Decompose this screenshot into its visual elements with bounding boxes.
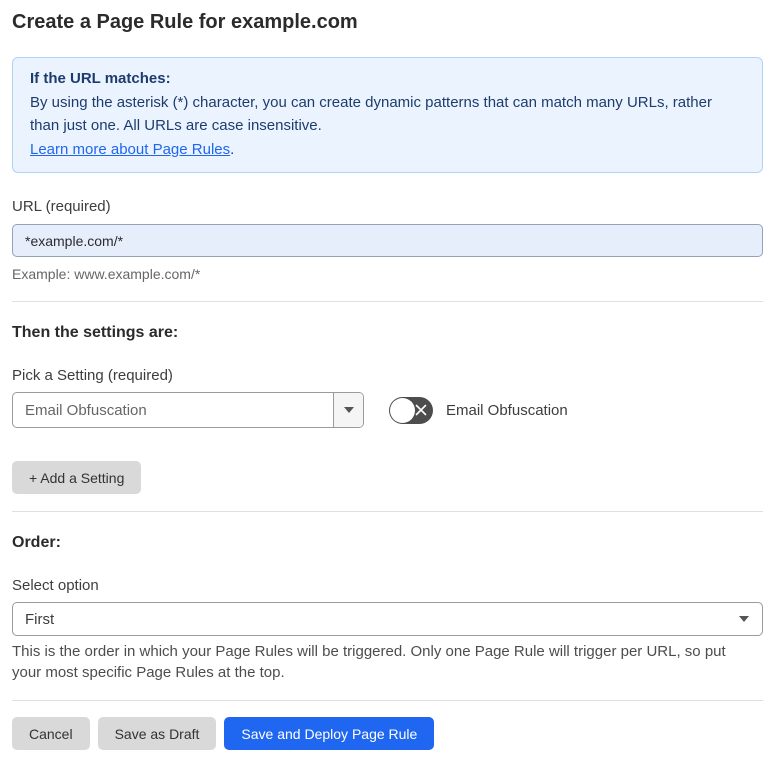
divider (12, 700, 763, 701)
chevron-down-icon (343, 407, 354, 413)
save-and-deploy-button[interactable]: Save and Deploy Page Rule (224, 717, 435, 750)
setting-select[interactable]: Email Obfuscation (12, 392, 364, 428)
url-field-hint: Example: www.example.com/* (12, 266, 201, 282)
setting-row: Email Obfuscation Email Obfuscation (12, 392, 763, 428)
email-obfuscation-toggle[interactable] (389, 396, 433, 424)
setting-select-arrow-button[interactable] (333, 393, 363, 427)
info-box-body: By using the asterisk (*) character, you… (30, 93, 712, 135)
order-select[interactable]: First (12, 602, 763, 636)
setting-select-value: Email Obfuscation (25, 401, 147, 419)
info-box-link-line: Learn more about Page Rules. (30, 138, 745, 162)
url-field-label: URL (required) (12, 198, 111, 215)
page-title: Create a Page Rule for example.com (12, 11, 358, 33)
url-input[interactable] (12, 224, 763, 257)
order-section-heading: Order: (12, 534, 61, 551)
order-select-label: Select option (12, 577, 99, 594)
chevron-down-icon (739, 616, 749, 622)
info-box-heading: If the URL matches: (30, 70, 171, 87)
learn-more-link[interactable]: Learn more about Page Rules (30, 141, 230, 158)
cancel-button[interactable]: Cancel (12, 717, 90, 750)
settings-section-heading: Then the settings are: (12, 324, 179, 341)
add-setting-button[interactable]: + Add a Setting (12, 461, 142, 494)
divider (12, 301, 763, 302)
toggle-label: Email Obfuscation (446, 401, 568, 419)
footer-actions: Cancel Save as Draft Save and Deploy Pag… (12, 717, 763, 750)
toggle-wrap: Email Obfuscation (389, 396, 568, 424)
link-suffix: . (230, 140, 235, 158)
order-hint: This is the order in which your Page Rul… (12, 643, 726, 681)
setting-picker-label: Pick a Setting (required) (12, 367, 173, 384)
x-icon (415, 404, 427, 416)
divider (12, 511, 763, 512)
url-matches-info-box: If the URL matches: By using the asteris… (12, 57, 763, 173)
toggle-knob (390, 397, 415, 423)
order-select-value: First (25, 610, 55, 628)
save-as-draft-button[interactable]: Save as Draft (97, 717, 217, 750)
